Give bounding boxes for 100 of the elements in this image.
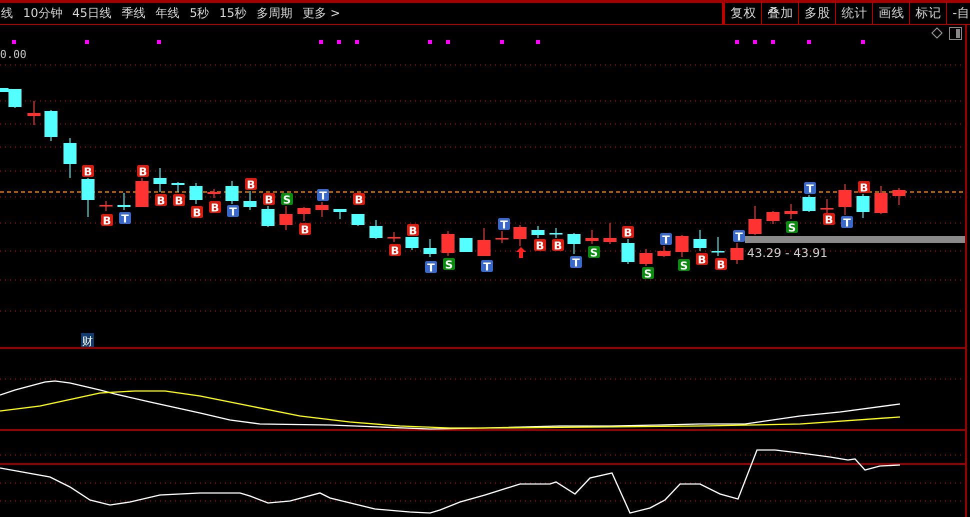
candlestick — [352, 214, 364, 226]
period-tab[interactable]: 多周期 — [252, 3, 296, 24]
signal-badge: B — [173, 194, 185, 208]
candlestick — [154, 168, 166, 192]
candlestick — [568, 232, 580, 254]
candlestick — [532, 226, 544, 238]
tool-button[interactable]: 复权 — [725, 3, 762, 24]
signal-badge: T — [660, 233, 672, 246]
candlestick — [226, 180, 238, 204]
signal-badge: B — [137, 165, 149, 178]
tool-button[interactable]: -自 — [947, 3, 970, 24]
candlestick — [748, 206, 762, 236]
candlestick — [838, 184, 852, 216]
candlestick — [586, 230, 598, 244]
period-tab[interactable]: 季线 — [118, 3, 150, 24]
signal-badge: B — [191, 206, 203, 220]
signal-badge: B — [715, 258, 727, 272]
candlestick — [478, 228, 490, 256]
signal-badge: B — [263, 193, 275, 206]
candlestick — [694, 230, 706, 252]
finance-badge[interactable]: 财 — [81, 333, 94, 348]
candlestick — [262, 206, 274, 228]
candlestick — [856, 194, 870, 218]
signal-badge: B — [552, 239, 564, 252]
signal-badge: T — [498, 218, 510, 232]
candlestick — [802, 194, 816, 212]
period-tab[interactable]: 15秒 — [215, 3, 250, 24]
candlestick — [44, 110, 58, 142]
signal-badge: B — [245, 178, 257, 192]
candlestick — [334, 208, 346, 220]
candlestick — [100, 200, 112, 212]
period-tab[interactable]: 45日线 — [68, 3, 116, 24]
candlestick — [658, 246, 670, 258]
candlestick — [766, 210, 780, 224]
signal-badge: S — [642, 267, 654, 280]
candlestick — [424, 238, 436, 258]
signal-badge: B — [622, 226, 634, 240]
signal-badge: T — [733, 230, 745, 244]
signal-badge: S — [678, 259, 690, 272]
candlestick — [892, 188, 906, 206]
period-tab[interactable]: 10分钟 — [19, 3, 66, 24]
candlestick — [640, 248, 652, 266]
candlestick — [730, 242, 744, 264]
candlestick — [712, 236, 724, 256]
signal-badge: S — [281, 193, 293, 206]
candlestick — [442, 230, 454, 256]
period-tab[interactable]: 5秒 — [186, 3, 214, 24]
candlestick — [460, 238, 472, 252]
signal-badge: B — [209, 201, 221, 214]
signal-badge: T — [317, 189, 329, 202]
candlestick — [550, 228, 562, 238]
period-tab[interactable]: 更多 > — [298, 3, 344, 24]
signal-badge: B — [389, 244, 401, 258]
candlestick — [496, 230, 508, 244]
diamond-icon[interactable] — [931, 27, 943, 39]
signal-badge: S — [588, 246, 600, 260]
period-tab[interactable]: 线 — [1, 3, 17, 24]
tool-button[interactable]: 叠加 — [762, 3, 800, 24]
signal-badge: T — [481, 260, 493, 274]
candlestick — [118, 192, 130, 210]
candlestick — [874, 186, 888, 214]
up-arrow-icon — [516, 247, 526, 258]
signal-badge: S — [786, 221, 798, 234]
candlestick — [244, 190, 256, 210]
candlestick — [316, 202, 328, 218]
signal-badge: B — [353, 193, 365, 206]
signal-badge: B — [823, 213, 835, 226]
candlestick — [388, 232, 400, 242]
candlestick — [604, 222, 616, 244]
signal-badge: T — [570, 256, 582, 270]
signal-badge: T — [119, 212, 131, 226]
tool-button[interactable]: 画线 — [873, 3, 910, 24]
signal-badge: T — [425, 261, 437, 274]
candlestick — [208, 188, 220, 198]
signal-badge: B — [101, 214, 113, 228]
range-label: 43.29 - 43.91 — [747, 246, 828, 260]
tool-button[interactable]: 统计 — [836, 3, 874, 24]
candlestick — [28, 100, 40, 126]
candlestick — [514, 224, 526, 246]
candlestick — [190, 182, 202, 204]
signal-badge: T — [804, 182, 816, 196]
signal-badge: B — [534, 239, 546, 252]
candlestick — [64, 138, 76, 178]
candlestick — [298, 206, 310, 222]
tool-button[interactable]: 多股 — [799, 3, 836, 24]
candlestick — [82, 178, 94, 218]
signal-badge: S — [443, 258, 455, 272]
signal-badge: B — [82, 165, 94, 178]
candlestick — [136, 178, 148, 208]
signal-badge: T — [227, 205, 239, 218]
signal-badge: B — [696, 253, 708, 266]
candlestick — [370, 220, 382, 240]
signal-badge: B — [155, 194, 167, 208]
panel-toggle-icon[interactable] — [949, 27, 962, 40]
candlestick — [820, 198, 834, 214]
signal-badge: B — [858, 181, 870, 194]
tool-button[interactable]: 标记 — [910, 3, 948, 24]
period-tab[interactable]: 年线 — [152, 3, 184, 24]
signal-badge: B — [299, 223, 311, 236]
price-label: 0.00 — [0, 48, 26, 61]
